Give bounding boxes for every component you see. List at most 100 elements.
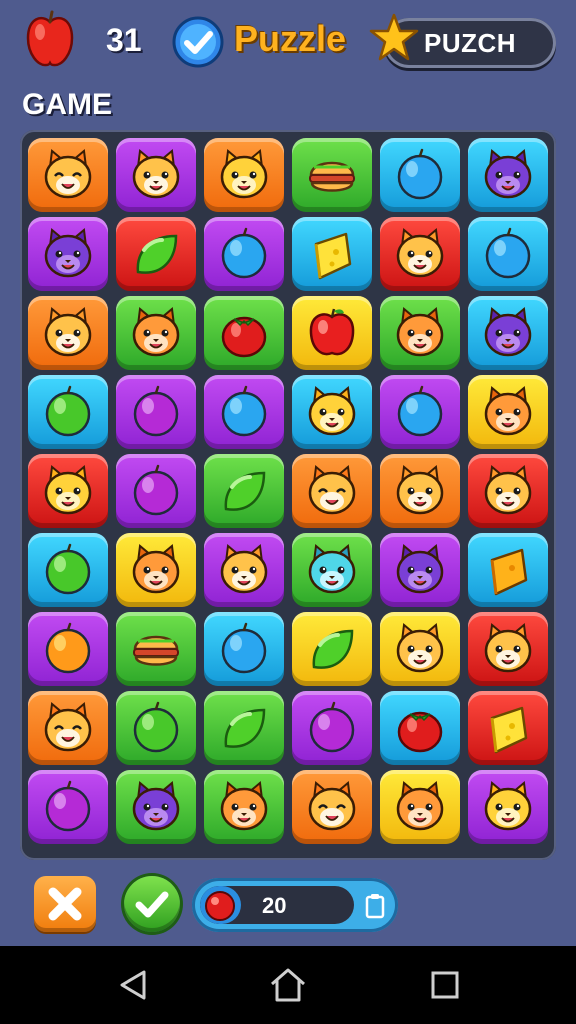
tile-r5-c1[interactable] (28, 454, 108, 528)
cat-yellow-icon (220, 149, 268, 199)
confirm-button[interactable] (124, 876, 180, 932)
tile-r3-c4[interactable] (292, 296, 372, 370)
tile-r4-c2[interactable] (116, 375, 196, 449)
apple-icon (26, 10, 74, 67)
tile-r5-c5[interactable] (380, 454, 460, 528)
tile-r5-c4[interactable] (292, 454, 372, 528)
tile-r7-c6[interactable] (468, 612, 548, 686)
tile-r8-c5[interactable] (380, 691, 460, 765)
tile-r1-c5[interactable] (380, 138, 460, 212)
tile-grid (28, 138, 548, 849)
score-counter: 31 (106, 22, 142, 58)
tile-r2-c1[interactable] (28, 217, 108, 291)
berry-blue-icon (221, 385, 267, 437)
tile-r4-c4[interactable] (292, 375, 372, 449)
tile-r2-c2[interactable] (116, 217, 196, 291)
tile-r6-c4[interactable] (292, 533, 372, 607)
tile-r6-c5[interactable] (380, 533, 460, 607)
cat-happy-icon (308, 781, 356, 831)
tile-r4-c1[interactable] (28, 375, 108, 449)
tile-r3-c1[interactable] (28, 296, 108, 370)
tile-r8-c3[interactable] (204, 691, 284, 765)
tile-r5-c6[interactable] (468, 454, 548, 528)
progress-pill: 20 (192, 878, 398, 932)
tile-r3-c2[interactable] (116, 296, 196, 370)
tile-r1-c3[interactable] (204, 138, 284, 212)
tile-r2-c4[interactable] (292, 217, 372, 291)
berry-blue-icon (221, 227, 267, 279)
check-badge-icon (172, 16, 224, 68)
tile-r6-c6[interactable] (468, 533, 548, 607)
tile-r1-c2[interactable] (116, 138, 196, 212)
tile-r2-c6[interactable] (468, 217, 548, 291)
tile-r4-c6[interactable] (468, 375, 548, 449)
cat-orange-icon (396, 307, 444, 357)
cat-icon (396, 228, 444, 278)
tile-r4-c3[interactable] (204, 375, 284, 449)
tile-r9-c6[interactable] (468, 770, 548, 844)
tile-r3-c3[interactable] (204, 296, 284, 370)
cat-cyan-icon (308, 544, 356, 594)
tile-r8-c6[interactable] (468, 691, 548, 765)
apple-red-icon (309, 308, 355, 356)
cat-purple-icon (484, 307, 532, 357)
close-button[interactable] (34, 876, 96, 932)
cat-orange-icon (484, 386, 532, 436)
burger-icon (133, 635, 179, 666)
top-bar: 31 Puzzle PUZCH GAME (0, 0, 576, 121)
cat-yellow-icon (484, 781, 532, 831)
tile-r9-c4[interactable] (292, 770, 372, 844)
tile-r7-c2[interactable] (116, 612, 196, 686)
lime-icon (45, 385, 91, 437)
star-icon (369, 13, 419, 61)
tile-r3-c6[interactable] (468, 296, 548, 370)
burger-icon (309, 161, 355, 192)
level-pill-label: PUZCH (424, 28, 517, 58)
tile-r2-c5[interactable] (380, 217, 460, 291)
tile-r9-c2[interactable] (116, 770, 196, 844)
game-board (20, 130, 556, 860)
orange-fruit-icon (45, 622, 91, 674)
tile-r5-c2[interactable] (116, 454, 196, 528)
tile-r7-c4[interactable] (292, 612, 372, 686)
tile-r2-c3[interactable] (204, 217, 284, 291)
leaf-green-icon (312, 629, 354, 669)
cheese-orange-icon (490, 548, 528, 596)
tile-r7-c1[interactable] (28, 612, 108, 686)
tile-r9-c3[interactable] (204, 770, 284, 844)
tile-r1-c6[interactable] (468, 138, 548, 212)
tile-r3-c5[interactable] (380, 296, 460, 370)
plum-icon (133, 385, 179, 437)
tile-r8-c4[interactable] (292, 691, 372, 765)
tile-r8-c1[interactable] (28, 691, 108, 765)
tile-r7-c3[interactable] (204, 612, 284, 686)
tile-r5-c3[interactable] (204, 454, 284, 528)
tile-r7-c5[interactable] (380, 612, 460, 686)
tile-r6-c1[interactable] (28, 533, 108, 607)
tile-r9-c5[interactable] (380, 770, 460, 844)
berry-blue-icon (397, 385, 443, 437)
tile-r8-c2[interactable] (116, 691, 196, 765)
tile-r1-c4[interactable] (292, 138, 372, 212)
cat-orange-icon (132, 544, 180, 594)
berry-blue-icon (397, 148, 443, 200)
clipboard-icon[interactable] (364, 892, 386, 920)
tile-r6-c2[interactable] (116, 533, 196, 607)
tomato-icon (397, 711, 443, 753)
plum-icon (309, 701, 355, 753)
tile-r6-c3[interactable] (204, 533, 284, 607)
cheese-icon (314, 232, 352, 280)
cat-icon (220, 544, 268, 594)
cat-icon (132, 149, 180, 199)
plum-icon (133, 464, 179, 516)
berry-blue-icon (485, 227, 531, 279)
cat-icon (396, 465, 444, 515)
progress-value: 20 (262, 893, 287, 918)
tile-r9-c1[interactable] (28, 770, 108, 844)
cat-purple-icon (484, 149, 532, 199)
home-icon[interactable] (268, 966, 308, 1004)
recent-apps-icon[interactable] (430, 970, 460, 1000)
tile-r1-c1[interactable] (28, 138, 108, 212)
tile-r4-c5[interactable] (380, 375, 460, 449)
back-icon[interactable] (116, 968, 150, 1002)
